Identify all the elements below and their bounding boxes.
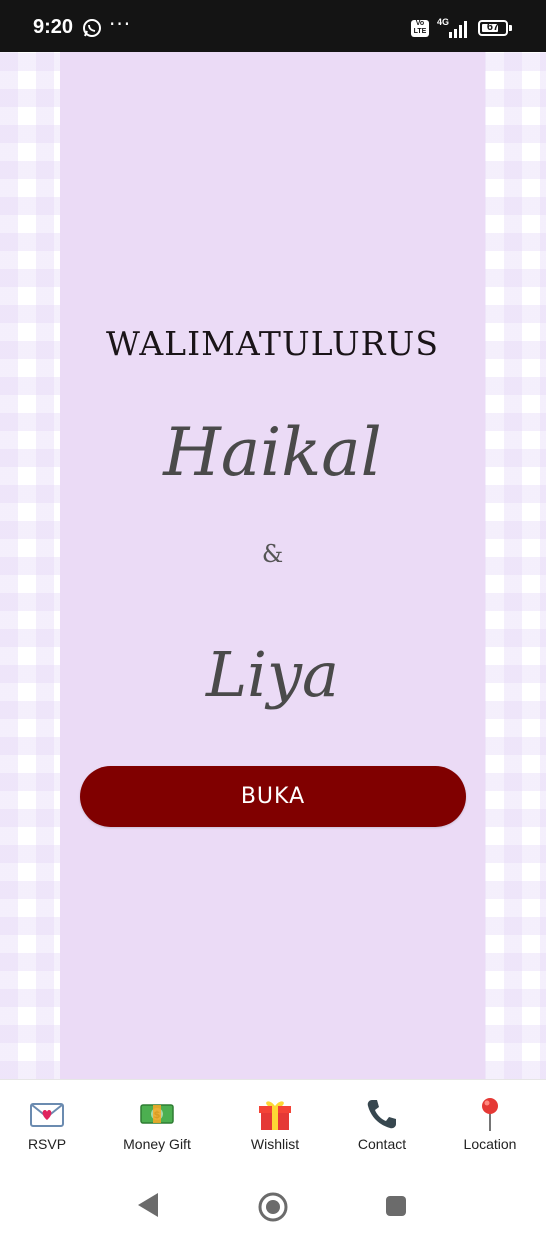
- gift-icon: [259, 1101, 291, 1130]
- battery-tip: [509, 25, 512, 31]
- system-navigation-bar: [0, 1163, 546, 1242]
- nav-label-location: Location: [463, 1136, 517, 1152]
- status-bar: 9:20 ··· Vo LTE 4G 67: [0, 0, 546, 52]
- nav-label-rsvp: RSVP: [27, 1136, 67, 1152]
- phone-icon: [367, 1100, 396, 1129]
- home-icon[interactable]: [257, 1191, 289, 1223]
- signal-icon: [449, 21, 467, 38]
- more-notifications-icon: ···: [109, 12, 132, 36]
- back-icon[interactable]: [136, 1192, 160, 1218]
- volte-icon: Vo LTE: [411, 20, 429, 37]
- nav-label-money-gift: Money Gift: [123, 1136, 191, 1152]
- nav-item-wishlist[interactable]: Wishlist: [225, 1096, 325, 1152]
- nav-item-money-gift[interactable]: $ Money Gift: [107, 1096, 207, 1152]
- bottom-nav: RSVP $ Money Gift Wishlist Contact Lo: [0, 1079, 546, 1164]
- whatsapp-icon: [83, 19, 101, 37]
- nav-label-contact: Contact: [357, 1136, 407, 1152]
- nav-item-rsvp[interactable]: RSVP: [0, 1096, 97, 1152]
- status-time: 9:20: [33, 16, 74, 38]
- nav-label-wishlist: Wishlist: [250, 1136, 300, 1152]
- battery-level: 67: [486, 21, 500, 33]
- money-icon: $: [140, 1104, 174, 1124]
- nav-item-location[interactable]: Location: [440, 1096, 540, 1152]
- nav-item-contact[interactable]: Contact: [332, 1096, 432, 1152]
- ampersand: &: [261, 540, 284, 568]
- event-title: WALIMATULURUS: [106, 324, 439, 363]
- invitation-card: WALIMATULURUS Haikal & Liya BUKA: [60, 52, 485, 1079]
- love-letter-icon: [30, 1103, 64, 1127]
- recents-icon[interactable]: [385, 1195, 407, 1217]
- groom-name: Haikal: [163, 414, 382, 491]
- invitation-background: WALIMATULURUS Haikal & Liya BUKA: [0, 52, 546, 1079]
- open-invitation-button[interactable]: BUKA: [80, 766, 466, 827]
- pin-icon: [482, 1098, 498, 1131]
- battery-icon: 67: [478, 20, 508, 36]
- bride-name: Liya: [206, 638, 339, 711]
